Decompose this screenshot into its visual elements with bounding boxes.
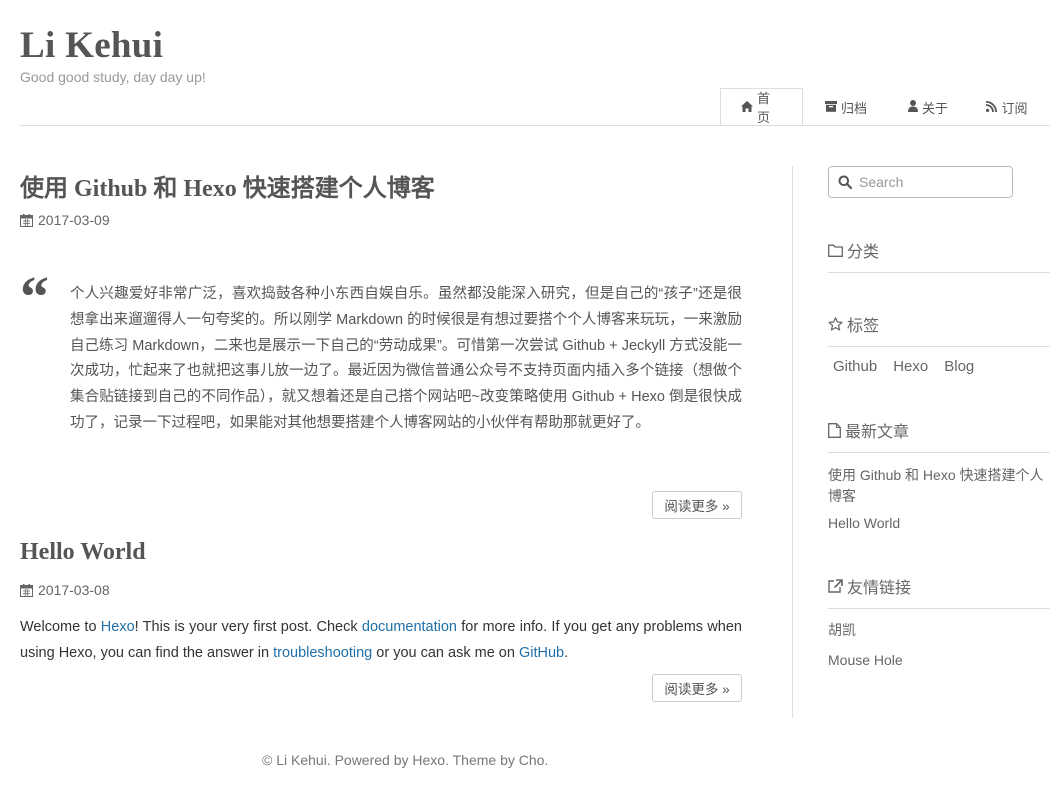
nav-about-label: 关于 — [921, 100, 948, 116]
user-icon — [907, 99, 918, 115]
post-title[interactable]: Hello World — [20, 539, 146, 566]
nav-archive[interactable]: 归档 — [803, 88, 889, 126]
links-widget-title: 友情链接 — [828, 574, 1050, 609]
external-link-icon — [828, 579, 843, 593]
post-title[interactable]: 使用 Github 和 Hexo 快速搭建个人博客 — [20, 168, 435, 203]
body-text: Welcome to — [20, 619, 101, 635]
file-icon — [828, 422, 841, 438]
tag-github[interactable]: Github — [833, 358, 877, 375]
nav-rss-label: 订阅 — [1001, 100, 1028, 116]
content-divider — [792, 166, 793, 718]
troubleshooting-link[interactable]: troubleshooting — [273, 645, 372, 661]
body-text: or you can ask me on — [372, 645, 519, 661]
nav-about[interactable]: 关于 — [889, 88, 967, 126]
rss-icon — [986, 100, 998, 115]
post-body: Welcome to Hexo! This is your very first… — [20, 614, 742, 666]
nav-home[interactable]: 首页 — [720, 88, 803, 126]
nav-archive-label: 归档 — [840, 100, 867, 116]
categories-title: 分类 — [847, 244, 880, 261]
post-date-text: 2017-03-09 — [38, 212, 110, 228]
tag-blog[interactable]: Blog — [944, 358, 974, 375]
quote-icon: “ — [20, 264, 49, 329]
folder-icon — [828, 244, 843, 257]
nav-home-label: 首页 — [757, 91, 771, 125]
tags-title: 标签 — [847, 318, 880, 335]
friend-link[interactable]: 胡凯 — [828, 620, 1050, 641]
body-text: ! This is your very first post. Check — [134, 619, 362, 635]
post-date: 2017-03-08 — [20, 582, 110, 598]
home-icon — [741, 100, 753, 115]
friend-link[interactable]: Mouse Hole — [828, 650, 1050, 671]
star-icon — [828, 317, 843, 331]
categories-widget-title: 分类 — [828, 238, 1050, 273]
recent-widget-title: 最新文章 — [828, 418, 1050, 453]
read-more-button[interactable]: 阅读更多 » — [652, 674, 742, 702]
post-date-text: 2017-03-08 — [38, 582, 110, 598]
nav-rss[interactable]: 订阅 — [967, 88, 1047, 126]
post-excerpt: 个人兴趣爱好非常广泛，喜欢捣鼓各种小东西自娱自乐。虽然都没能深入研究，但是自己的… — [70, 286, 742, 431]
calendar-icon — [20, 213, 33, 227]
hexo-link[interactable]: Hexo — [101, 619, 135, 635]
search-input[interactable] — [859, 174, 999, 190]
main-nav: 首页 归档 关于 订阅 — [720, 88, 1047, 126]
calendar-icon — [20, 583, 33, 597]
tag-list: Github Hexo Blog — [833, 358, 990, 375]
recent-post-link[interactable]: 使用 Github 和 Hexo 快速搭建个人博客 — [828, 465, 1050, 507]
body-text: . — [564, 645, 569, 661]
search-icon — [838, 175, 852, 189]
recent-title: 最新文章 — [845, 424, 910, 441]
header-divider — [20, 125, 1050, 126]
footer-text: © Li Kehui. Powered by Hexo. Theme by Ch… — [262, 752, 549, 768]
tags-widget-title: 标签 — [828, 312, 1050, 347]
tag-hexo[interactable]: Hexo — [893, 358, 928, 375]
site-subtitle: Good good study, day day up! — [20, 69, 206, 85]
search-box[interactable] — [828, 166, 1013, 198]
archive-icon — [824, 100, 837, 115]
documentation-link[interactable]: documentation — [362, 619, 457, 635]
links-title: 友情链接 — [847, 580, 912, 597]
post-date: 2017-03-09 — [20, 212, 110, 228]
recent-post-link[interactable]: Hello World — [828, 513, 1050, 534]
read-more-button[interactable]: 阅读更多 » — [652, 491, 742, 519]
github-link[interactable]: GitHub — [519, 645, 564, 661]
site-title[interactable]: Li Kehui — [20, 24, 163, 67]
